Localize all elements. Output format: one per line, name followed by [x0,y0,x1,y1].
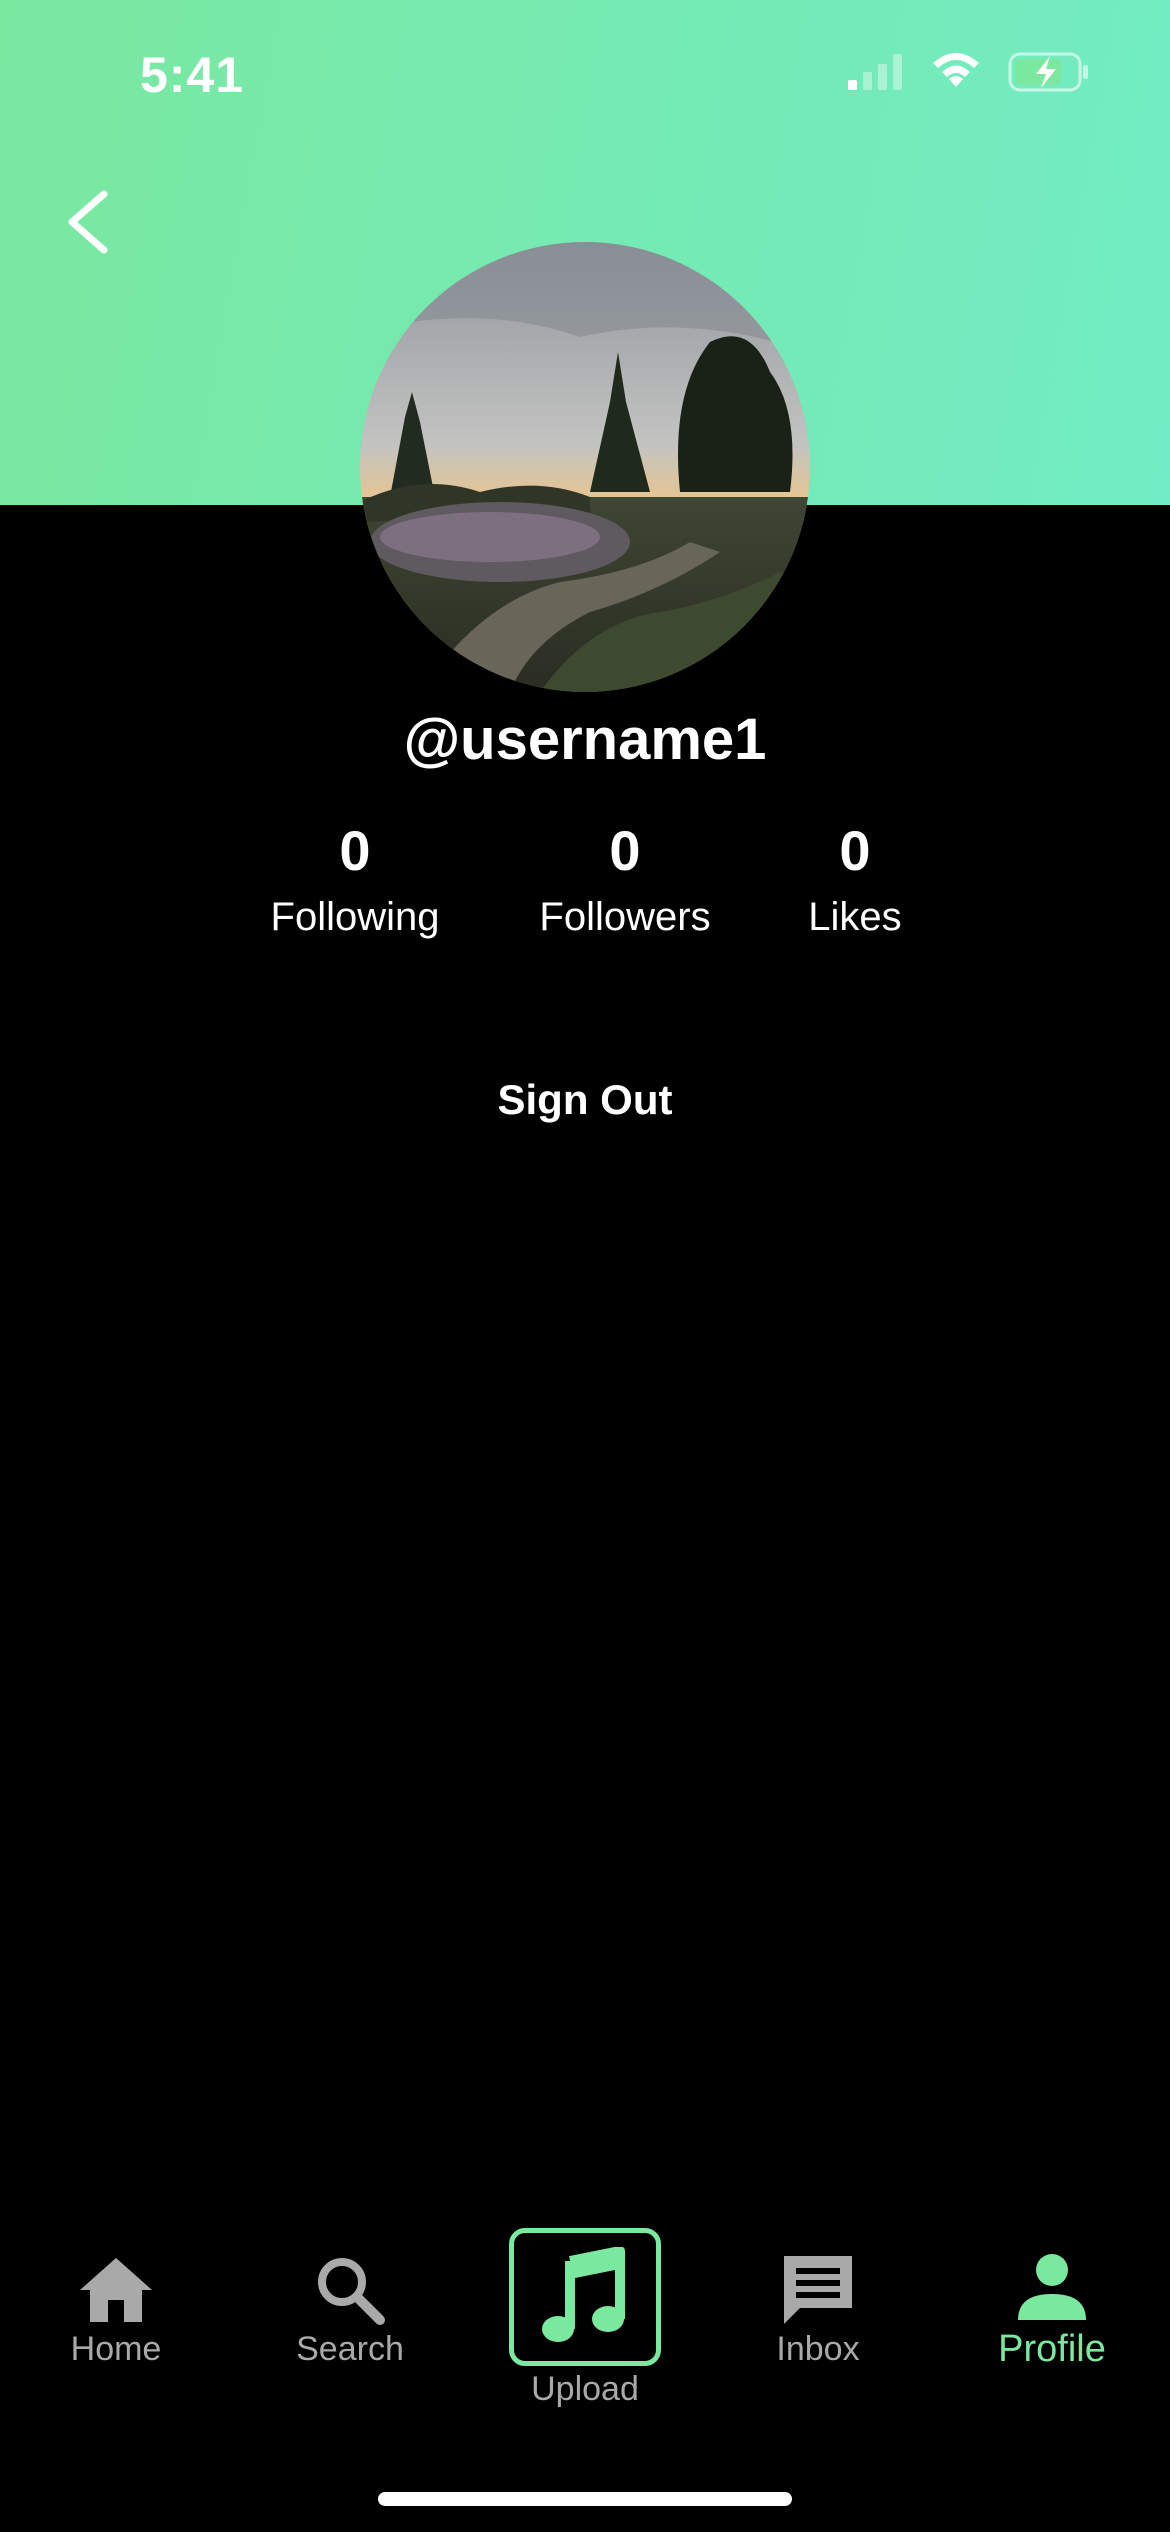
tab-search-label: Search [296,2330,404,2368]
chevron-left-icon [68,190,108,254]
stat-likes-value: 0 [839,819,871,882]
tab-profile[interactable]: Profile [952,2200,1152,2371]
tab-inbox-label: Inbox [776,2330,860,2368]
home-icon [80,2258,152,2322]
stat-following[interactable]: 0 Following [225,816,485,944]
avatar-photo [360,242,810,692]
status-time: 5:41 [140,47,245,103]
stat-likes[interactable]: 0 Likes [725,816,985,944]
tab-home-label: Home [70,2330,162,2368]
wifi-icon [933,53,979,87]
stat-likes-label: Likes [808,895,902,939]
tab-upload[interactable]: Upload [485,2200,685,2409]
tab-search[interactable]: Search [250,2200,450,2369]
person-icon [1018,2254,1086,2320]
cellular-signal-icon [848,54,902,90]
search-icon [318,2258,385,2325]
inbox-icon [784,2256,852,2324]
status-icons [848,52,1090,92]
stat-followers-label: Followers [539,895,711,939]
stat-following-label: Following [270,895,440,939]
stat-following-value: 0 [339,819,371,882]
upload-button-frame [509,2228,661,2366]
music-note-icon [542,2247,625,2342]
bottom-tab-bar: Home Search Upload Inbox Profile [0,2200,1170,2430]
tab-upload-label: Upload [531,2370,639,2408]
battery-charging-icon [1008,52,1088,92]
tab-home[interactable]: Home [16,2200,216,2369]
back-button[interactable] [54,182,124,262]
profile-avatar[interactable] [360,242,810,692]
stat-followers-value: 0 [609,819,641,882]
home-indicator[interactable] [378,2492,792,2506]
tab-profile-label: Profile [998,2328,1106,2370]
profile-username: @username1 [403,707,767,772]
sign-out-button[interactable]: Sign Out [435,1076,735,1124]
stat-followers[interactable]: 0 Followers [495,816,755,944]
tab-inbox[interactable]: Inbox [718,2200,918,2369]
